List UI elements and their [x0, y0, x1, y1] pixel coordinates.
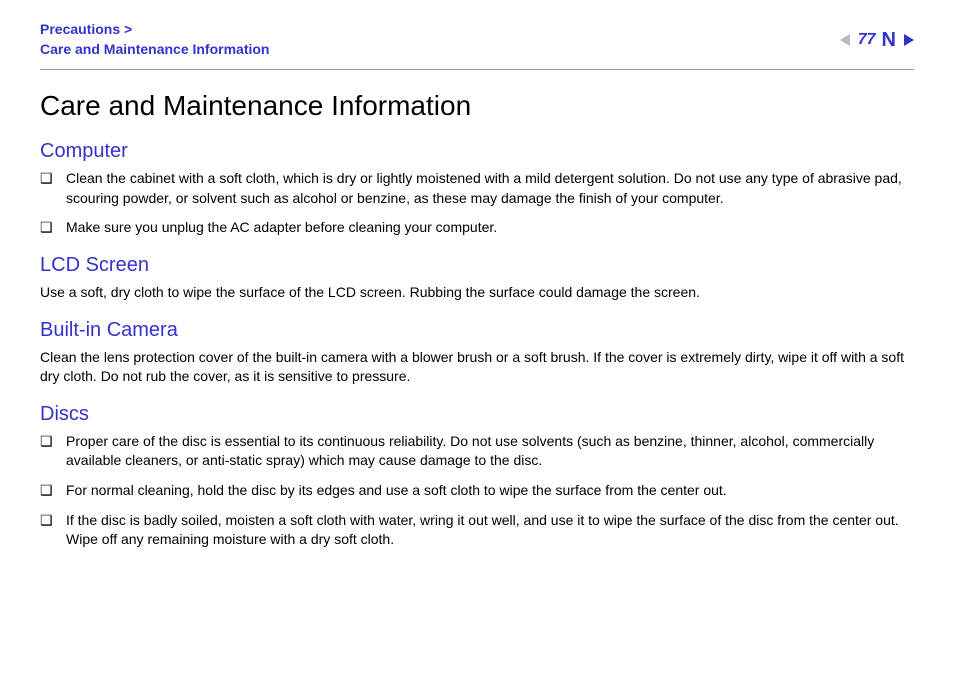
- page-header: Precautions > Care and Maintenance Infor…: [0, 0, 954, 69]
- bullet-icon: ❑: [40, 481, 66, 501]
- list-item: ❑ For normal cleaning, hold the disc by …: [40, 481, 914, 501]
- page-title: Care and Maintenance Information: [40, 90, 914, 122]
- section-heading-camera: Built-in Camera: [40, 319, 914, 342]
- list-item: ❑ Proper care of the disc is essential t…: [40, 432, 914, 471]
- bullet-icon: ❑: [40, 218, 66, 238]
- breadcrumb-current: Care and Maintenance Information: [40, 40, 269, 60]
- next-page-letter: N: [882, 30, 896, 50]
- camera-text: Clean the lens protection cover of the b…: [40, 348, 914, 387]
- list-item-text: Clean the cabinet with a soft cloth, whi…: [66, 169, 914, 208]
- header-divider: [40, 69, 914, 70]
- section-heading-computer: Computer: [40, 140, 914, 163]
- bullet-icon: ❑: [40, 432, 66, 452]
- next-page-icon[interactable]: [904, 34, 914, 46]
- bullet-icon: ❑: [40, 169, 66, 189]
- lcd-text: Use a soft, dry cloth to wipe the surfac…: [40, 283, 914, 303]
- computer-list: ❑ Clean the cabinet with a soft cloth, w…: [40, 169, 914, 238]
- bullet-icon: ❑: [40, 511, 66, 531]
- list-item-text: Proper care of the disc is essential to …: [66, 432, 914, 471]
- page-nav: 77 N: [840, 30, 914, 50]
- list-item: ❑ Clean the cabinet with a soft cloth, w…: [40, 169, 914, 208]
- breadcrumb: Precautions > Care and Maintenance Infor…: [40, 20, 269, 59]
- list-item-text: For normal cleaning, hold the disc by it…: [66, 481, 914, 501]
- breadcrumb-parent: Precautions >: [40, 20, 269, 40]
- section-heading-discs: Discs: [40, 403, 914, 426]
- list-item-text: If the disc is badly soiled, moisten a s…: [66, 511, 914, 550]
- list-item-text: Make sure you unplug the AC adapter befo…: [66, 218, 914, 238]
- content: Care and Maintenance Information Compute…: [0, 90, 954, 550]
- list-item: ❑ If the disc is badly soiled, moisten a…: [40, 511, 914, 550]
- discs-list: ❑ Proper care of the disc is essential t…: [40, 432, 914, 550]
- page-number: 77: [858, 31, 876, 49]
- list-item: ❑ Make sure you unplug the AC adapter be…: [40, 218, 914, 238]
- section-heading-lcd: LCD Screen: [40, 254, 914, 277]
- prev-page-icon[interactable]: [840, 34, 850, 46]
